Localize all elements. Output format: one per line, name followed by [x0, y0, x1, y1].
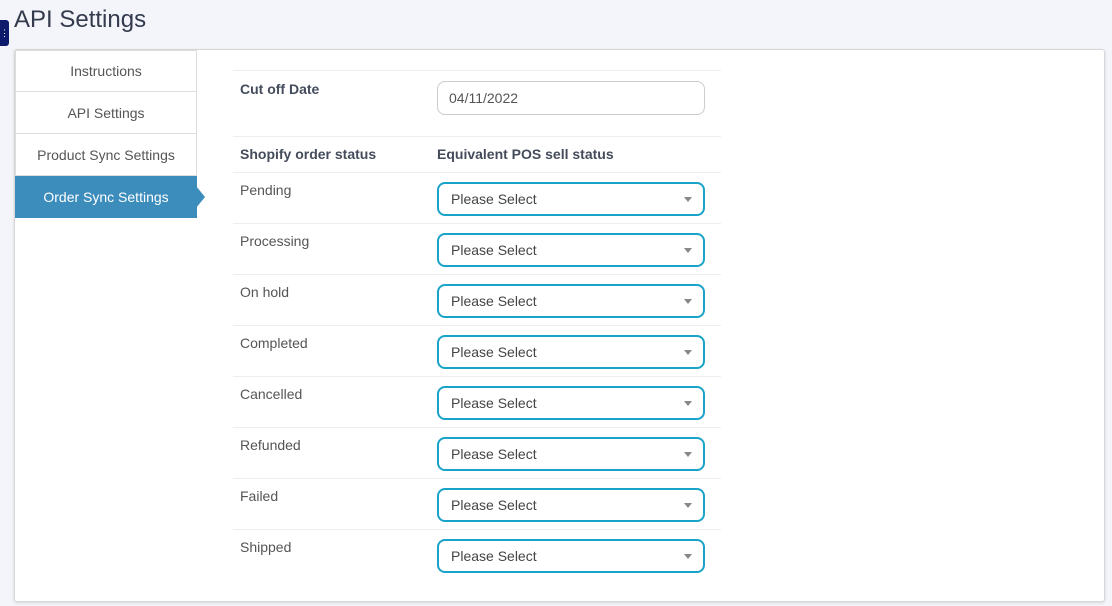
- status-row-processing: Processing Please Select: [233, 223, 721, 274]
- settings-panel: Instructions API Settings Product Sync S…: [14, 49, 1105, 602]
- status-row-shipped: Shipped Please Select: [233, 529, 721, 580]
- status-label: Refunded: [240, 437, 301, 453]
- status-mapping-header: Shopify order status Equivalent POS sell…: [233, 136, 721, 172]
- caret-down-icon: [684, 502, 692, 508]
- pos-status-column-header: Equivalent POS sell status: [437, 145, 614, 162]
- status-row-cancelled: Cancelled Please Select: [233, 376, 721, 427]
- caret-down-icon: [684, 451, 692, 457]
- processing-pos-status-select[interactable]: Please Select: [437, 233, 705, 267]
- select-value: Please Select: [451, 191, 537, 207]
- select-value: Please Select: [451, 395, 537, 411]
- tab-product-sync-settings[interactable]: Product Sync Settings: [15, 134, 197, 176]
- cutoff-date-row: Cut off Date: [233, 70, 721, 136]
- status-label: Shipped: [240, 539, 292, 555]
- caret-down-icon: [684, 553, 692, 559]
- select-value: Please Select: [451, 344, 537, 360]
- caret-down-icon: [684, 298, 692, 304]
- select-value: Please Select: [451, 548, 537, 564]
- shipped-pos-status-select[interactable]: Please Select: [437, 539, 705, 573]
- tab-api-settings[interactable]: API Settings: [15, 92, 197, 134]
- caret-down-icon: [684, 247, 692, 253]
- on-hold-pos-status-select[interactable]: Please Select: [437, 284, 705, 318]
- dots-vertical-icon: ⋮: [0, 27, 9, 38]
- status-row-pending: Pending Please Select: [233, 172, 721, 223]
- status-label: Cancelled: [240, 386, 303, 402]
- status-row-refunded: Refunded Please Select: [233, 427, 721, 478]
- tab-order-sync-settings[interactable]: Order Sync Settings: [15, 176, 205, 218]
- status-label: Pending: [240, 182, 292, 198]
- status-label: Completed: [240, 335, 308, 351]
- status-row-on-hold: On hold Please Select: [233, 274, 721, 325]
- order-sync-form: Cut off Date Shopify order status Equiva…: [233, 70, 721, 580]
- cutoff-date-input[interactable]: [437, 81, 705, 115]
- caret-down-icon: [684, 400, 692, 406]
- status-label: Failed: [240, 488, 279, 504]
- select-value: Please Select: [451, 242, 537, 258]
- cutoff-date-label: Cut off Date: [240, 81, 320, 97]
- cancelled-pos-status-select[interactable]: Please Select: [437, 386, 705, 420]
- shopify-status-column-header: Shopify order status: [240, 145, 377, 162]
- status-row-completed: Completed Please Select: [233, 325, 721, 376]
- caret-down-icon: [684, 349, 692, 355]
- status-label: Processing: [240, 233, 310, 249]
- completed-pos-status-select[interactable]: Please Select: [437, 335, 705, 369]
- select-value: Please Select: [451, 497, 537, 513]
- settings-tabs: Instructions API Settings Product Sync S…: [15, 50, 205, 218]
- sidebar-toggle-button[interactable]: ⋮: [0, 20, 9, 46]
- status-label: On hold: [240, 284, 290, 300]
- status-row-failed: Failed Please Select: [233, 478, 721, 529]
- select-value: Please Select: [451, 293, 537, 309]
- page-title: API Settings: [14, 6, 147, 33]
- tab-instructions[interactable]: Instructions: [15, 50, 197, 92]
- refunded-pos-status-select[interactable]: Please Select: [437, 437, 705, 471]
- select-value: Please Select: [451, 446, 537, 462]
- caret-down-icon: [684, 196, 692, 202]
- failed-pos-status-select[interactable]: Please Select: [437, 488, 705, 522]
- pending-pos-status-select[interactable]: Please Select: [437, 182, 705, 216]
